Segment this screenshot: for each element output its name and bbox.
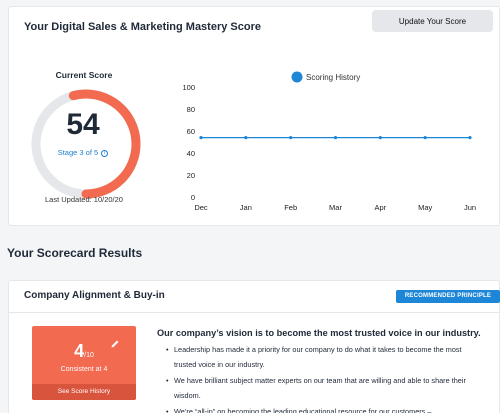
current-score-value: 54: [66, 108, 100, 141]
item-score-value: 4: [74, 341, 85, 361]
recommended-principle-badge: RECOMMENDED PRINCIPLE: [396, 290, 500, 303]
update-score-button[interactable]: Update Your Score: [372, 10, 493, 32]
last-updated: Last Updated: 10/20/20: [45, 195, 123, 204]
item-score-max: /10: [84, 352, 94, 359]
current-score-label: Current Score: [55, 70, 113, 80]
see-score-history-link[interactable]: See Score History: [32, 384, 136, 400]
x-tick-label: Dec: [194, 203, 208, 212]
x-tick-label: Mar: [329, 203, 342, 212]
y-tick-label: 80: [187, 105, 195, 114]
page-title: Your Digital Sales & Marketing Mastery S…: [24, 21, 261, 33]
stage-label: Stage 3 of 5: [57, 148, 99, 157]
vision-statement: Our company’s vision is to become the mo…: [157, 328, 481, 338]
x-tick-label: Apr: [374, 203, 386, 212]
x-tick-label: Jun: [464, 203, 476, 212]
bullet-item: Leadership has made it a priority for ou…: [166, 343, 480, 372]
data-point: [333, 136, 338, 140]
data-point: [199, 136, 203, 140]
info-icon[interactable]: i: [101, 150, 109, 157]
x-tick-label: May: [418, 203, 432, 212]
scoring-history-chart: Scoring History 0 20 40 60 80 100 Dec Jan Feb Mar A…: [182, 71, 476, 212]
item-score-card: 4/10 Consistent at 4 See Score History: [32, 326, 136, 400]
data-point: [244, 136, 248, 140]
data-point: [378, 136, 382, 140]
y-tick-label: 100: [182, 83, 195, 92]
section-title-scorecard: Your Scorecard Results: [7, 246, 143, 260]
pencil-icon[interactable]: [110, 339, 120, 349]
item-score: 4/10: [32, 342, 136, 360]
y-tick-label: 40: [187, 149, 195, 158]
x-tick-label: Jan: [240, 203, 252, 212]
data-point: [423, 136, 427, 140]
data-point: [289, 136, 293, 140]
y-tick-label: 0: [191, 193, 195, 202]
divider: [8, 312, 500, 313]
bullet-item: We have brilliant subject matter experts…: [166, 374, 480, 403]
y-tick-label: 20: [187, 171, 195, 180]
score-gauge: [31, 89, 141, 199]
legend-label: Scoring History: [306, 73, 360, 82]
scorecard-item-title: Company Alignment & Buy-in: [24, 290, 165, 301]
y-tick-label: 60: [187, 127, 195, 136]
principle-bullets: Leadership has made it a priority for ou…: [166, 343, 480, 413]
stage-indicator: Stage 3 of 5 i: [50, 148, 116, 157]
bullet-item: We’re “all-in” on becoming the leading e…: [166, 405, 480, 413]
consistency-label: Consistent at 4: [60, 366, 108, 373]
x-tick-label: Feb: [284, 203, 297, 212]
data-point: [468, 136, 472, 140]
legend-marker: [291, 71, 303, 83]
